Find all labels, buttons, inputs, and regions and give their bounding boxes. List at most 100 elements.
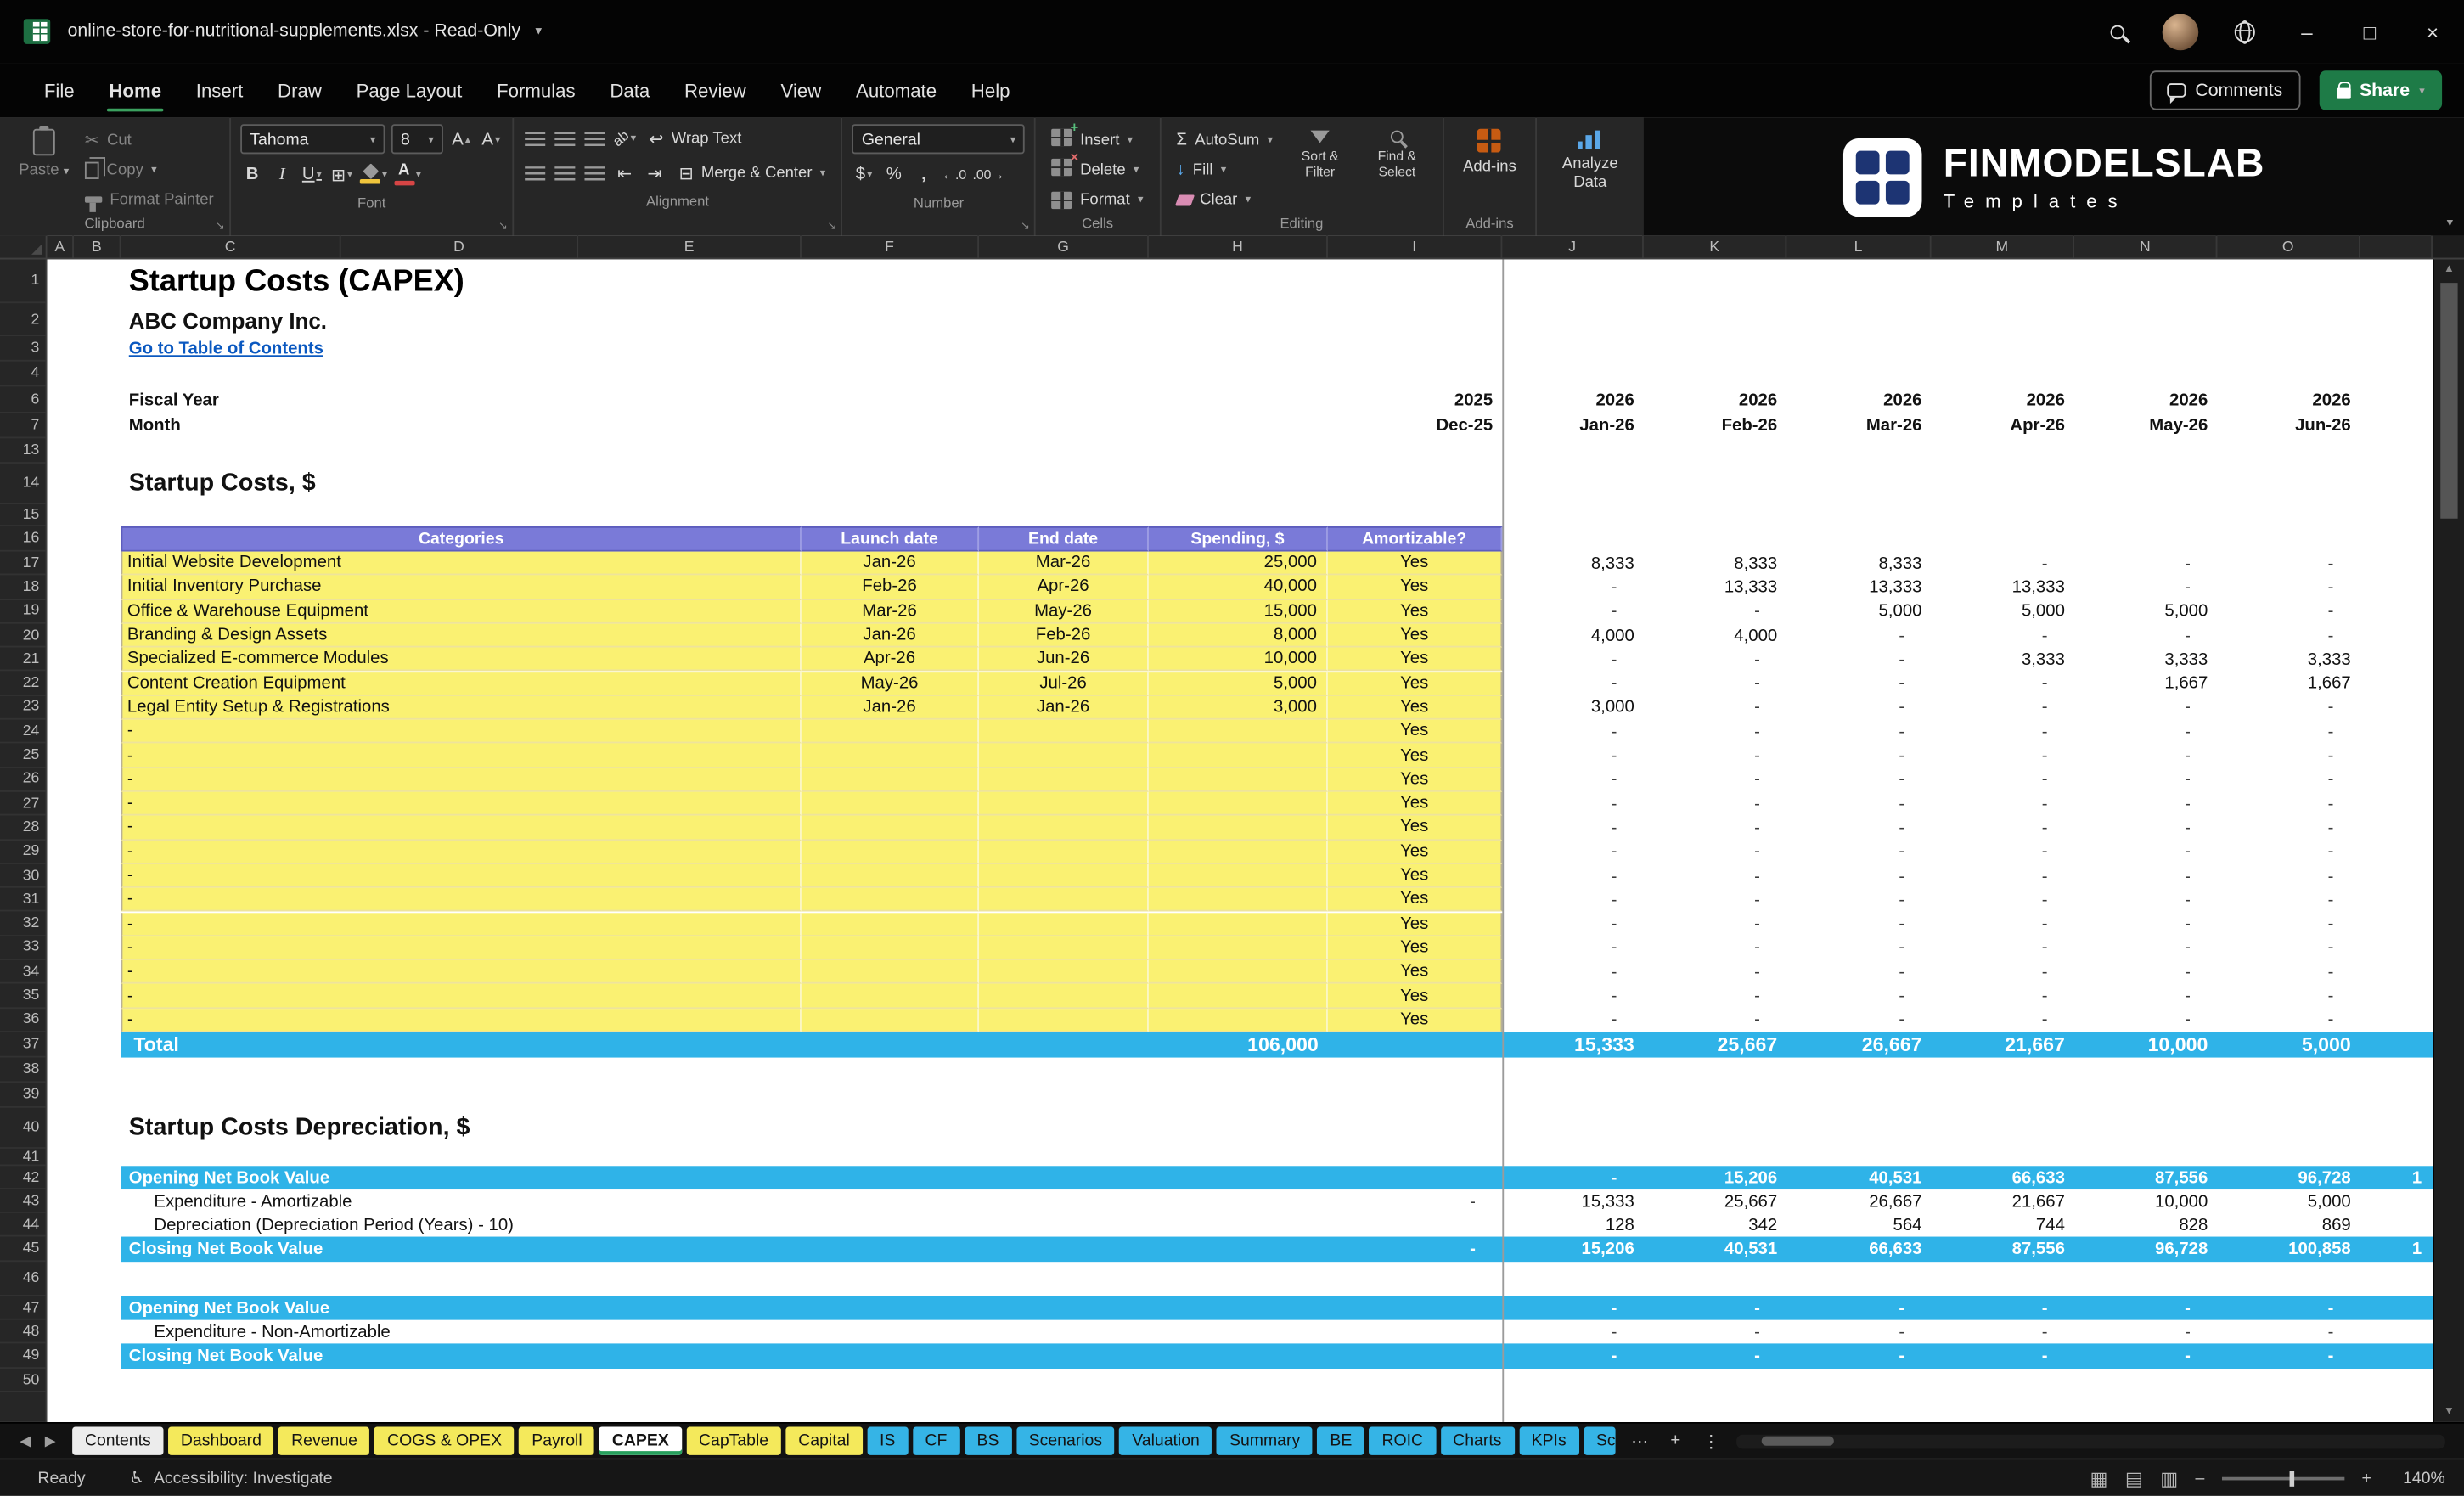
launch-date-cell[interactable]: [801, 816, 980, 841]
launch-date-cell[interactable]: Mar-26: [801, 599, 980, 624]
amortizable-cell[interactable]: Yes: [1327, 912, 1503, 936]
cell[interactable]: -: [2217, 599, 2360, 623]
category-cell[interactable]: -: [121, 888, 802, 913]
depreciation-label[interactable]: Depreciation (Depreciation Period (Years…: [149, 1213, 825, 1237]
cell[interactable]: -: [1644, 744, 1786, 768]
depreciation-label[interactable]: Expenditure - Amortizable: [149, 1189, 825, 1213]
menu-tab-view[interactable]: View: [763, 63, 838, 118]
category-cell[interactable]: -: [121, 768, 802, 792]
copy-button[interactable]: Copy ▾: [78, 155, 220, 183]
cell[interactable]: -: [1786, 840, 1931, 863]
cell[interactable]: 2026: [1932, 386, 2074, 413]
depreciation-label[interactable]: Opening Net Book Value: [129, 1166, 789, 1189]
spending-cell[interactable]: 40,000: [1148, 575, 1328, 600]
row-header-21[interactable]: 21: [0, 648, 46, 672]
category-cell[interactable]: Legal Entity Setup & Registrations: [121, 695, 802, 720]
cell[interactable]: -: [1644, 648, 1786, 672]
increase-font-size-button[interactable]: A ▴: [449, 125, 473, 153]
cell[interactable]: -: [1644, 936, 1786, 960]
cell[interactable]: 96,728: [2074, 1237, 2217, 1263]
align-bottom-button[interactable]: [583, 124, 607, 152]
cell[interactable]: -: [1502, 576, 1644, 599]
find-select-button[interactable]: Find & Select: [1361, 124, 1433, 179]
cell[interactable]: 25,667: [1644, 1189, 1786, 1213]
category-cell[interactable]: Initial Website Development: [121, 551, 802, 576]
cell[interactable]: -: [1932, 720, 2074, 744]
launch-date-cell[interactable]: Feb-26: [801, 575, 980, 600]
cell[interactable]: -: [2217, 744, 2360, 768]
sheet-tab-kpis[interactable]: KPIs: [1518, 1426, 1579, 1455]
cell[interactable]: -: [1644, 1296, 1786, 1320]
maximize-button[interactable]: □: [2338, 0, 2401, 63]
cell[interactable]: -: [1932, 552, 2074, 576]
cell[interactable]: 87,556: [2074, 1166, 2217, 1189]
cell[interactable]: 10,000: [2074, 1032, 2217, 1058]
cell[interactable]: -: [1932, 912, 2074, 936]
table-header[interactable]: Launch date: [801, 526, 980, 552]
cell[interactable]: -: [1786, 1009, 1931, 1032]
cell[interactable]: -: [1328, 1237, 1502, 1263]
column-header-F[interactable]: F: [802, 235, 980, 258]
tab-splitter-handle[interactable]: ⋮: [1702, 1431, 1719, 1451]
end-date-cell[interactable]: [979, 791, 1149, 817]
row-header-31[interactable]: 31: [0, 888, 46, 913]
row-header-7[interactable]: 7: [0, 413, 46, 439]
cell[interactable]: -: [1644, 960, 1786, 984]
amortizable-cell[interactable]: Yes: [1327, 936, 1503, 960]
depreciation-label[interactable]: Expenditure - Non-Amortizable: [149, 1320, 825, 1344]
cell[interactable]: -: [2217, 888, 2360, 912]
dialog-launcher-icon[interactable]: ↘: [498, 220, 508, 233]
depreciation-label[interactable]: Opening Net Book Value: [129, 1296, 789, 1320]
row-header-23[interactable]: 23: [0, 696, 46, 720]
cell[interactable]: -: [2217, 1009, 2360, 1032]
sheet-tab-bs[interactable]: BS: [964, 1426, 1012, 1455]
cell[interactable]: -: [1502, 912, 1644, 936]
vertical-scrollbar[interactable]: ▲ ▼: [2432, 259, 2464, 1422]
row-header-46[interactable]: 46: [0, 1262, 46, 1296]
cell[interactable]: Feb-26: [1644, 413, 1786, 439]
cell[interactable]: -: [2217, 984, 2360, 1008]
analyze-data-button[interactable]: Analyze Data: [1546, 124, 1634, 196]
cell[interactable]: -: [1644, 720, 1786, 744]
cell[interactable]: Jan-26: [1502, 413, 1644, 439]
cell[interactable]: -: [1932, 1320, 2074, 1344]
cell[interactable]: 26,667: [1786, 1032, 1931, 1058]
row-header-25[interactable]: 25: [0, 744, 46, 768]
row-header-22[interactable]: 22: [0, 672, 46, 696]
close-button[interactable]: ×: [2401, 0, 2464, 63]
cell[interactable]: -: [1502, 720, 1644, 744]
cell[interactable]: -: [1644, 768, 1786, 791]
overflow-cell[interactable]: 1: [2360, 1237, 2433, 1263]
cell[interactable]: -: [2217, 936, 2360, 960]
sheet-tab-cogs-opex[interactable]: COGS & OPEX: [374, 1426, 515, 1455]
month-label[interactable]: Month: [124, 413, 595, 439]
menu-tab-data[interactable]: Data: [593, 63, 667, 118]
search-button[interactable]: [2085, 0, 2148, 63]
percent-style-button[interactable]: %: [882, 160, 906, 188]
launch-date-cell[interactable]: [801, 1008, 980, 1032]
menu-tab-formulas[interactable]: Formulas: [480, 63, 593, 118]
spending-cell[interactable]: [1148, 912, 1328, 936]
cut-button[interactable]: ✂ Cut: [78, 126, 220, 154]
paste-button[interactable]: Paste ▾: [9, 124, 78, 184]
cell[interactable]: -: [1932, 936, 2074, 960]
cell[interactable]: 3,333: [2217, 648, 2360, 672]
cell[interactable]: 2026: [1644, 386, 1786, 413]
sheet-tab-cf[interactable]: CF: [912, 1426, 960, 1455]
cell[interactable]: -: [1786, 1320, 1931, 1344]
row-header-49[interactable]: 49: [0, 1343, 46, 1369]
cell[interactable]: 1,667: [2074, 672, 2217, 695]
section-title-costs[interactable]: Startup Costs, $: [124, 464, 909, 504]
cell[interactable]: 15,333: [1502, 1032, 1644, 1058]
cell[interactable]: 828: [2074, 1213, 2217, 1237]
cell[interactable]: 13,333: [1644, 576, 1786, 599]
cell[interactable]: -: [1502, 768, 1644, 791]
column-header-M[interactable]: M: [1932, 235, 2075, 258]
cell[interactable]: -: [2074, 696, 2217, 720]
cell[interactable]: -: [1932, 816, 2074, 840]
row-header-48[interactable]: 48: [0, 1320, 46, 1344]
cell[interactable]: 5,000: [2217, 1032, 2360, 1058]
cell[interactable]: -: [1786, 720, 1931, 744]
cell[interactable]: -: [2074, 552, 2217, 576]
italic-button[interactable]: I: [270, 160, 294, 188]
